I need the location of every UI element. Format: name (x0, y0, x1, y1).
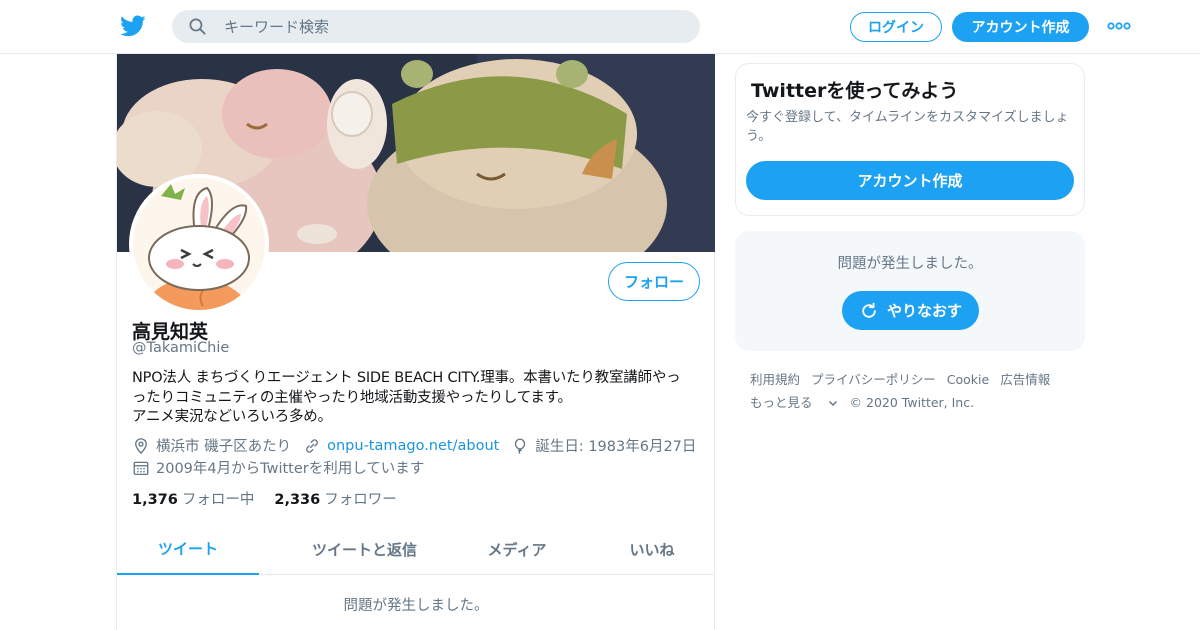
footer-more-link[interactable]: もっと見る (750, 391, 839, 414)
profile-stats: 1,376 フォロー中 2,336 フォロワー (132, 488, 417, 509)
location-text: 横浜市 磯子区あたり (156, 439, 292, 455)
footer-links-row: 利用規約 プライバシーポリシー Cookie 広告情報 (750, 368, 1080, 391)
error-card-message: 問題が発生しました。 (837, 256, 983, 272)
birthday-text: 誕生日: 1983年6月27日 (535, 439, 697, 455)
profile-birthday: 誕生日: 1983年6月27日 (511, 435, 696, 456)
bio-line: ったりコミュニティの主催やったり地域活動支援やったりしてます。 (132, 389, 572, 406)
profile-handle[interactable]: @TakamiChie (132, 340, 229, 356)
calendar-icon (133, 461, 149, 475)
footer: 利用規約 プライバシーポリシー Cookie 広告情報 もっと見る © 2020… (750, 368, 1080, 414)
following-label: フォロー中 (181, 492, 255, 508)
following-stat[interactable]: 1,376 フォロー中 (132, 488, 254, 509)
followers-stat[interactable]: 2,336 フォロワー (274, 488, 396, 509)
tab-tweets[interactable]: ツイート (117, 524, 259, 575)
following-count: 1,376 (132, 492, 178, 508)
retry-button[interactable]: やりなおす (842, 291, 979, 330)
followers-label: フォロワー (324, 492, 397, 508)
search-icon (189, 18, 206, 35)
profile-tabs: ツイート ツイートと返信 メディア いいね (117, 524, 715, 575)
tab-tweets-and-replies[interactable]: ツイートと返信 (277, 524, 452, 575)
login-button[interactable]: ログイン (850, 12, 942, 42)
bio-line: アニメ実況などいろいろ多め。 (132, 409, 332, 425)
profile-avatar[interactable] (129, 174, 269, 314)
joined-text: 2009年4月からTwitterを利用しています (156, 461, 425, 477)
tab-likes[interactable]: いいね (607, 524, 697, 575)
profile-column: フォロー 高見知英 @TakamiChie NPO法人 まちづくりエージェント … (116, 54, 715, 630)
search-input[interactable] (222, 10, 682, 43)
balloon-icon (515, 438, 526, 454)
footer-link-ads-info[interactable]: 広告情報 (1000, 368, 1050, 391)
footer-link-cookie[interactable]: Cookie (947, 368, 989, 391)
profile-location: 横浜市 磯子区あたり (132, 435, 291, 456)
profile-bio: NPO法人 まちづくりエージェント SIDE BEACH CITY.理事。本書い… (132, 369, 707, 428)
signup-button[interactable]: アカウント作成 (952, 12, 1089, 42)
profile-meta-row: 横浜市 磯子区あたり onpu-tamago.net/about 誕生日: 19… (132, 435, 708, 456)
top-navigation-bar: ログイン アカウント作成 (0, 0, 1200, 54)
footer-more-label: もっと見る (750, 395, 813, 410)
link-icon (306, 438, 319, 453)
search-box[interactable] (172, 10, 700, 43)
signup-card-button[interactable]: アカウント作成 (746, 161, 1074, 200)
location-icon (135, 437, 147, 454)
twitter-bird-icon[interactable] (120, 13, 146, 39)
error-card: 問題が発生しました。 やりなおす (735, 231, 1085, 351)
footer-link-privacy[interactable]: プライバシーポリシー (811, 368, 936, 391)
footer-copyright: © 2020 Twitter, Inc. (849, 395, 975, 410)
tab-media[interactable]: メディア (467, 524, 567, 575)
website-link[interactable]: onpu-tamago.net/about (327, 438, 499, 454)
rabbit-avatar-image (133, 178, 265, 310)
more-icon[interactable] (1107, 21, 1131, 31)
signup-card-title: Twitterを使ってみよう (751, 80, 959, 102)
profile-joined-row: 2009年4月からTwitterを利用しています (132, 457, 424, 478)
bio-line: NPO法人 まちづくりエージェント SIDE BEACH CITY.理事。本書い… (132, 370, 681, 386)
signup-card: Twitterを使ってみよう 今すぐ登録して、タイムラインをカスタマイズしましょ… (735, 63, 1085, 216)
signup-card-description: 今すぐ登録して、タイムラインをカスタマイズしましょう。 (746, 110, 1069, 144)
retry-label: やりなおす (886, 302, 962, 320)
timeline-error-message: 問題が発生しました。 (343, 598, 489, 614)
followers-count: 2,336 (274, 492, 321, 508)
refresh-icon (862, 302, 876, 318)
footer-link-terms[interactable]: 利用規約 (750, 368, 800, 391)
profile-website[interactable]: onpu-tamago.net/about (303, 437, 499, 455)
follow-button[interactable]: フォロー (608, 262, 700, 301)
footer-second-row: もっと見る © 2020 Twitter, Inc. (750, 391, 1080, 414)
chevron-down-icon (828, 400, 837, 406)
